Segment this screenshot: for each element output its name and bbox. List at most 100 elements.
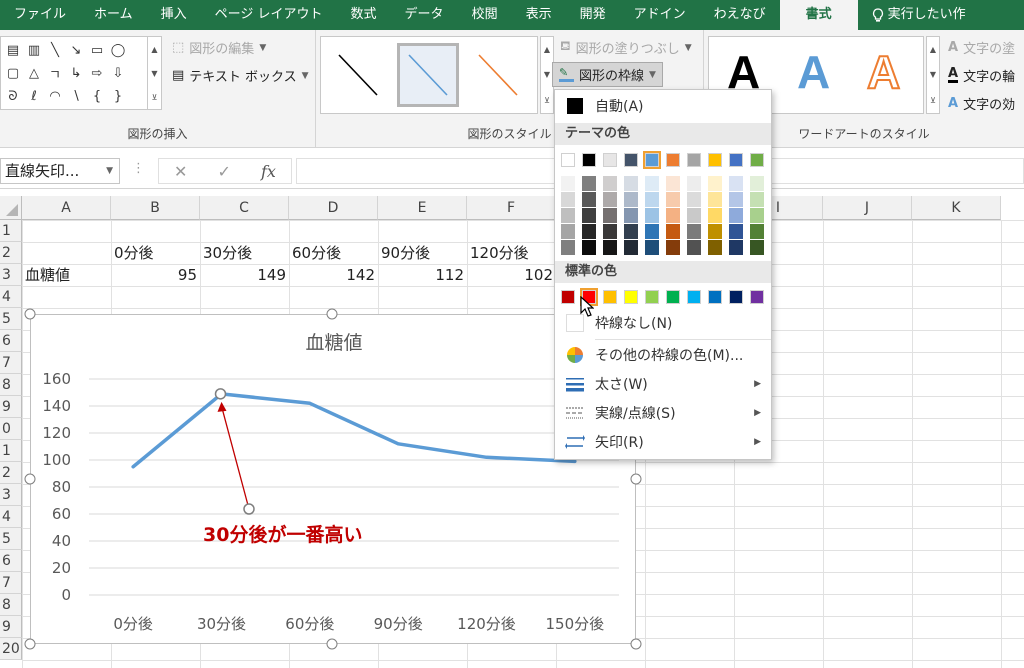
row-header[interactable]: 6 — [0, 550, 22, 572]
shape-brace-right-icon[interactable]: } — [108, 85, 128, 107]
style-thumb-orange[interactable] — [467, 43, 529, 107]
resize-handle[interactable] — [24, 308, 36, 320]
formula-bar-grip-icon[interactable]: ⋮ — [132, 161, 145, 176]
theme-shade-swatch[interactable] — [582, 224, 596, 239]
tab-format[interactable]: 書式 — [779, 0, 858, 30]
theme-shade-swatch[interactable] — [624, 224, 638, 239]
row-header[interactable]: 7 — [0, 572, 22, 594]
shape-style-gallery[interactable] — [320, 36, 538, 114]
row-header[interactable]: 9 — [0, 616, 22, 638]
shape-outline-button[interactable]: ✎ 図形の枠線 ▼ — [552, 62, 663, 87]
tab-addins[interactable]: アドイン — [620, 0, 700, 30]
standard-color-swatch[interactable] — [687, 290, 701, 304]
resize-handle[interactable] — [630, 473, 642, 485]
theme-color-swatch[interactable] — [561, 153, 575, 167]
row-header[interactable]: 1 — [0, 440, 22, 462]
shape-elbow-arrow-icon[interactable]: ↳ — [66, 62, 86, 84]
standard-color-swatch[interactable] — [708, 290, 722, 304]
column-header-k[interactable]: K — [912, 196, 1001, 220]
resize-handle[interactable] — [326, 308, 338, 320]
theme-shade-swatch[interactable] — [750, 240, 764, 255]
row-header[interactable]: 2 — [0, 242, 22, 264]
standard-color-swatch[interactable] — [645, 290, 659, 304]
cell-header-value[interactable]: 60分後 — [289, 242, 378, 264]
standard-color-swatch[interactable] — [624, 290, 638, 304]
row-header[interactable]: 5 — [0, 308, 22, 330]
row-header[interactable]: 8 — [0, 374, 22, 396]
theme-shade-swatch[interactable] — [708, 240, 722, 255]
theme-shade-swatch[interactable] — [687, 208, 701, 223]
theme-shade-swatch[interactable] — [603, 208, 617, 223]
tab-file[interactable]: ファイル — [0, 0, 80, 30]
shape-freeform-icon[interactable]: ᘐ — [3, 85, 23, 107]
row-header[interactable]: 8 — [0, 594, 22, 616]
theme-shade-swatch[interactable] — [687, 224, 701, 239]
standard-color-swatch[interactable] — [666, 290, 680, 304]
resize-handle[interactable] — [24, 638, 36, 650]
shape-triangle-icon[interactable]: △ — [24, 62, 44, 84]
theme-shade-swatch[interactable] — [582, 176, 596, 191]
theme-shade-swatch[interactable] — [687, 240, 701, 255]
text-fill-button[interactable]: A 文字の塗 — [948, 38, 1015, 57]
theme-color-swatch[interactable] — [750, 153, 764, 167]
theme-shade-swatch[interactable] — [561, 192, 575, 207]
resize-handle[interactable] — [326, 638, 338, 650]
shape-line-icon[interactable]: ╲ — [45, 39, 65, 61]
row-header[interactable]: 1 — [0, 220, 22, 242]
row-header[interactable]: 6 — [0, 330, 22, 352]
theme-shade-swatch[interactable] — [708, 176, 722, 191]
theme-shade-swatch[interactable] — [708, 208, 722, 223]
theme-shade-swatch[interactable] — [708, 224, 722, 239]
row-header[interactable]: 3 — [0, 484, 22, 506]
theme-shade-swatch[interactable] — [561, 240, 575, 255]
standard-color-swatch[interactable] — [750, 290, 764, 304]
row-header[interactable]: 5 — [0, 528, 22, 550]
theme-shade-swatch[interactable] — [624, 240, 638, 255]
tab-view[interactable]: 表示 — [512, 0, 566, 30]
theme-shade-swatch[interactable] — [582, 192, 596, 207]
theme-color-swatch[interactable] — [603, 153, 617, 167]
shape-textbox-icon[interactable]: ▤ — [3, 39, 23, 61]
theme-shade-swatch[interactable] — [729, 176, 743, 191]
cell-header-value[interactable]: 30分後 — [200, 242, 289, 264]
theme-shade-swatch[interactable] — [582, 208, 596, 223]
cell-header-value[interactable]: 120分後 — [467, 242, 556, 264]
theme-shade-swatch[interactable] — [729, 208, 743, 223]
shape-elbow-icon[interactable]: ㄱ — [45, 62, 65, 84]
shape-arc-icon[interactable]: ◠ — [45, 85, 65, 107]
column-header-b[interactable]: B — [111, 196, 200, 220]
theme-shade-swatch[interactable] — [687, 176, 701, 191]
theme-shade-swatch[interactable] — [750, 224, 764, 239]
cancel-icon[interactable]: ✕ — [174, 162, 187, 181]
theme-shade-swatch[interactable] — [687, 192, 701, 207]
theme-shade-swatch[interactable] — [603, 176, 617, 191]
theme-shade-swatch[interactable] — [666, 192, 680, 207]
theme-color-swatch[interactable] — [708, 153, 722, 167]
theme-shade-swatch[interactable] — [561, 208, 575, 223]
theme-shade-swatch[interactable] — [750, 176, 764, 191]
theme-color-swatch[interactable] — [582, 153, 596, 167]
theme-shade-swatch[interactable] — [666, 208, 680, 223]
theme-shade-swatch[interactable] — [624, 208, 638, 223]
row-header[interactable]: 0 — [0, 418, 22, 440]
cell-header-value[interactable]: 90分後 — [378, 242, 467, 264]
theme-shade-swatch[interactable] — [666, 240, 680, 255]
tab-developer[interactable]: 開発 — [566, 0, 620, 30]
theme-shade-swatch[interactable] — [582, 240, 596, 255]
shape-vtextbox-icon[interactable]: ▥ — [24, 39, 44, 61]
style-thumb-blue[interactable] — [397, 43, 459, 107]
column-header-c[interactable]: C — [200, 196, 289, 220]
style-thumb-black[interactable] — [327, 43, 389, 107]
wordart-orange-outline[interactable]: A — [866, 45, 901, 99]
cell-number-value[interactable]: 149 — [200, 264, 289, 286]
row-header[interactable]: 7 — [0, 352, 22, 374]
theme-shade-swatch[interactable] — [729, 240, 743, 255]
menu-auto[interactable]: 自動(A) — [555, 92, 771, 120]
cell-header-value[interactable]: 0分後 — [111, 242, 200, 264]
column-header-a[interactable]: A — [22, 196, 111, 220]
row-header[interactable]: 3 — [0, 264, 22, 286]
row-header[interactable]: 20 — [0, 638, 22, 660]
standard-color-swatch[interactable] — [603, 290, 617, 304]
tab-data[interactable]: データ — [391, 0, 458, 30]
menu-dashes[interactable]: 実線/点線(S) ▶ — [555, 399, 771, 427]
